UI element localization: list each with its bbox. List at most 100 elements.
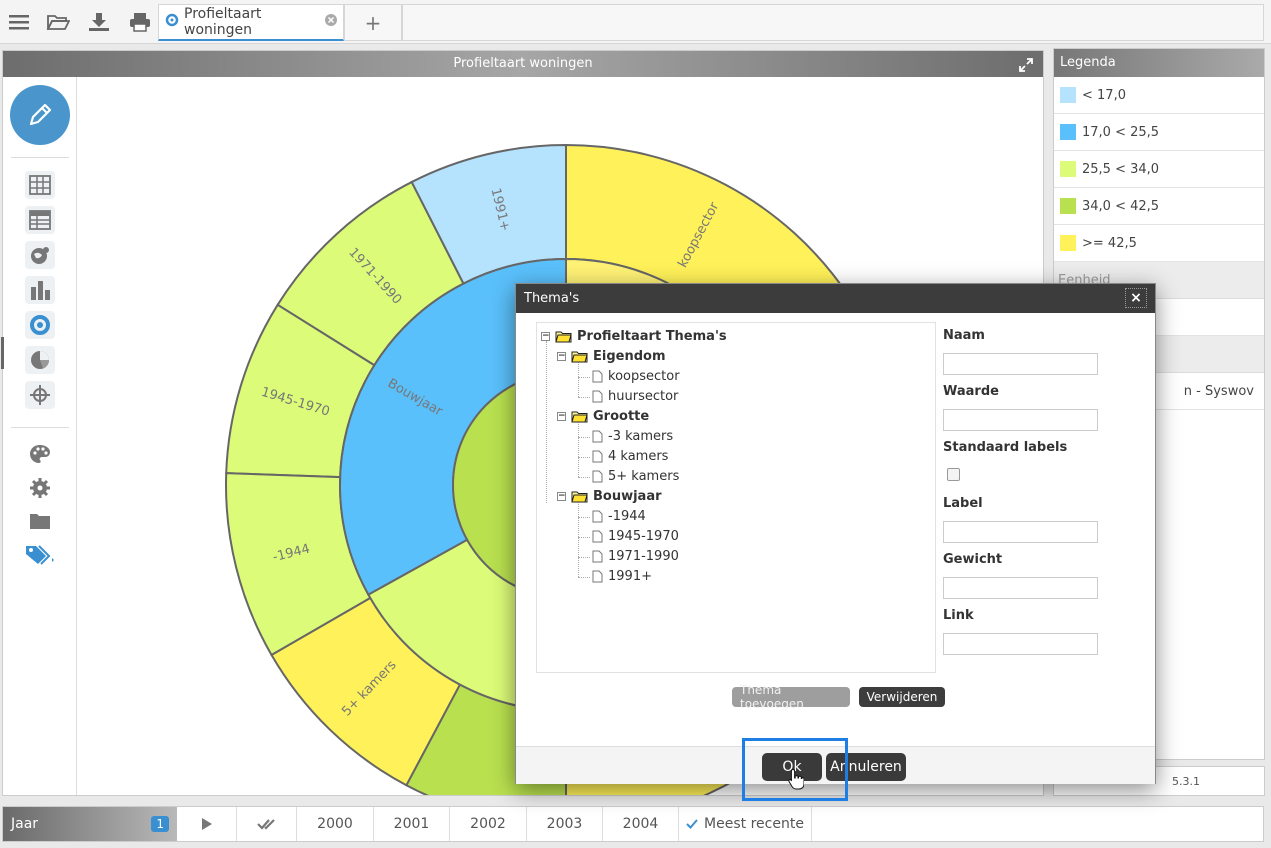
tab-profieltaart[interactable]: Profieltaart woningen [158,4,344,41]
tree-item-1971-1990[interactable]: 1971-1990 [592,546,679,566]
check-icon [686,819,698,829]
latest-label: Meest recente [704,816,804,832]
settings-icon[interactable] [25,474,55,502]
tree-item-1945-1970[interactable]: 1945-1970 [592,526,679,546]
pie-chart-icon[interactable] [25,346,55,374]
label-input[interactable] [943,521,1098,543]
tree-line [578,361,579,397]
tree-line [546,341,547,503]
naam-input[interactable] [943,353,1098,375]
year-2003[interactable]: 2003 [527,807,603,841]
tree-item-label: -1944 [608,508,646,524]
tree-item-huursector[interactable]: huursector [592,386,678,406]
tree-item-4-kamers[interactable]: 4 kamers [592,446,668,466]
tree-line [578,501,579,577]
table-alt-icon[interactable] [25,206,55,234]
crosshair-icon[interactable] [25,381,55,409]
themes-dialog: Thema's × − Profieltaart Thema's − Eigen… [515,283,1156,784]
gewicht-input[interactable] [943,577,1098,599]
link-label: Link [943,608,974,623]
legend-item: 34,0 < 42,5 [1054,188,1264,225]
legend-swatch [1060,161,1076,177]
file-icon [592,570,603,582]
link-input[interactable] [943,633,1098,655]
file-icon [592,450,603,462]
active-tool-marker [1,337,4,369]
latest-toggle[interactable]: Meest recente [679,807,812,841]
legend-item-label: 34,0 < 42,5 [1082,198,1160,214]
tree-item-5-kamers[interactable]: 5+ kamers [592,466,679,486]
tree-item-label: 5+ kamers [608,468,680,484]
timeline-title: Jaar [11,816,39,832]
legend-item-label: < 17,0 [1082,87,1126,103]
tree-root-label: Profieltaart Thema's [577,328,727,344]
year-2001[interactable]: 2001 [374,807,450,841]
palette-icon[interactable] [25,440,55,468]
collapse-icon[interactable]: − [557,491,566,501]
tab-close-icon[interactable] [325,14,337,30]
folder-open-icon[interactable] [44,8,72,36]
tree-group-label: Bouwjaar [593,488,662,504]
collapse-icon[interactable]: − [557,411,566,421]
expand-icon[interactable] [1019,56,1033,72]
collapse-icon[interactable]: − [541,331,550,341]
double-check-icon [256,819,275,830]
add-tab-button[interactable]: + [344,4,402,41]
tree-line [578,577,590,578]
tree-group-grootte[interactable]: − Grootte [557,406,649,426]
file-icon [592,430,603,442]
tree-group-eigendom[interactable]: − Eigendom [557,346,666,366]
tree-line [578,517,590,518]
play-button[interactable] [177,807,237,841]
tab-chart-icon [165,13,179,31]
legend-swatch [1060,235,1076,251]
year-2002[interactable]: 2002 [450,807,527,841]
tree-root[interactable]: − Profieltaart Thema's [541,326,727,346]
tree-item-1944[interactable]: -1944 [592,506,646,526]
select-all-button[interactable] [237,807,297,841]
legend-item: >= 42,5 [1054,225,1264,262]
collapse-icon[interactable]: − [557,351,566,361]
donut-chart-icon[interactable] [25,311,55,339]
year-2004[interactable]: 2004 [603,807,679,841]
map-chart-icon[interactable] [25,241,55,269]
waarde-input[interactable] [943,409,1098,431]
tree-item-koopsector[interactable]: koopsector [592,366,680,386]
tree-group-bouwjaar[interactable]: − Bouwjaar [557,486,662,506]
print-icon[interactable] [126,8,154,36]
download-icon[interactable] [85,8,113,36]
tree-item-1991[interactable]: 1991+ [592,566,652,586]
tree-item-label: 1945-1970 [608,528,679,544]
file-icon [592,390,603,402]
tree-line [578,437,590,438]
legend-item: < 17,0 [1054,77,1264,114]
legend-item-label: 17,0 < 25,5 [1082,124,1160,140]
standaard-labels-checkbox[interactable] [947,468,960,481]
add-theme-button[interactable]: Thema toevoegen [732,683,850,711]
edit-icon[interactable] [10,85,70,145]
table-icon[interactable] [25,171,55,199]
bar-chart-icon[interactable] [25,276,55,304]
tree-item-label: 1971-1990 [608,548,679,564]
tree-line [578,477,590,478]
delete-button[interactable]: Verwijderen [859,687,945,707]
tree-line [578,537,590,538]
standaard-labels-label: Standaard labels [943,440,1068,455]
folder-icon [571,411,588,422]
menu-icon[interactable] [5,8,33,36]
file-icon [592,370,603,382]
tab-bar-empty [402,4,1264,41]
tree-item-3-kamers[interactable]: -3 kamers [592,426,673,446]
close-icon[interactable]: × [1125,288,1147,308]
tab-label: Profieltaart woningen [184,6,262,38]
legend-item: 25,5 < 34,0 [1054,151,1264,188]
year-2000[interactable]: 2000 [297,807,374,841]
tree-line [578,557,590,558]
tree-line [578,377,590,378]
file-icon [592,530,603,542]
folder-icon [571,491,588,502]
theme-tree: − Profieltaart Thema's − Eigendom koopse… [536,322,936,673]
tags-icon[interactable] [25,540,55,568]
tree-group-label: Eigendom [593,348,666,364]
folder-icon[interactable] [25,507,55,535]
